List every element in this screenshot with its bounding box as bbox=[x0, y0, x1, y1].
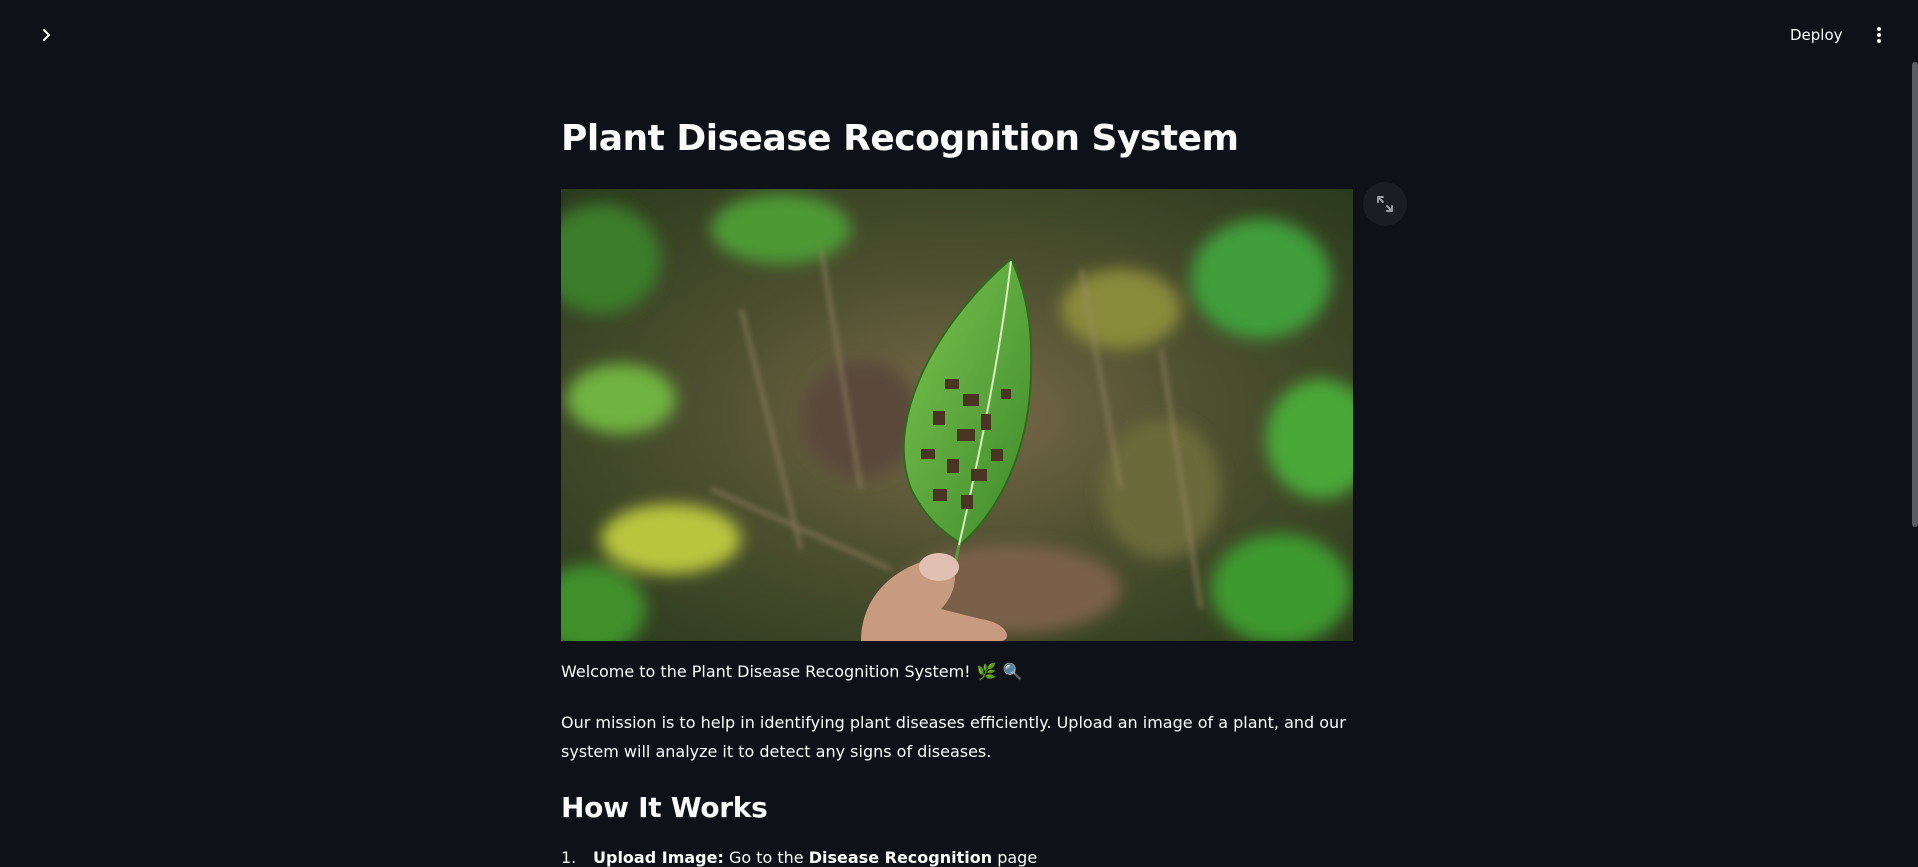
magnifier-icon: 🔍 bbox=[1002, 662, 1023, 681]
expand-icon bbox=[1377, 196, 1393, 212]
deploy-button[interactable]: Deploy bbox=[1790, 22, 1843, 48]
vertical-ellipsis-icon bbox=[1877, 27, 1881, 43]
mission-paragraph: Our mission is to help in identifying pl… bbox=[561, 713, 1346, 761]
herb-icon: 🌿 bbox=[976, 662, 997, 681]
step-number: 1. bbox=[561, 848, 577, 867]
main-menu-button[interactable] bbox=[1866, 22, 1892, 48]
sidebar-toggle-button[interactable] bbox=[34, 22, 60, 48]
welcome-label: Welcome to the Plant Disease Recognition… bbox=[561, 662, 971, 681]
step-lead: Upload Image: bbox=[593, 848, 724, 867]
step-tail: page bbox=[992, 848, 1038, 867]
page-title: Plant Disease Recognition System bbox=[561, 118, 1239, 159]
step-text: Go to the bbox=[723, 848, 809, 867]
chevron-right-icon bbox=[43, 29, 50, 41]
steps-list: 1. Upload Image: Go to the Disease Recogn… bbox=[561, 848, 1037, 867]
page-scrollbar[interactable] bbox=[1912, 62, 1918, 527]
hero-image bbox=[561, 189, 1353, 641]
fullscreen-button[interactable] bbox=[1363, 182, 1407, 226]
top-bar: Deploy bbox=[0, 0, 1918, 72]
how-it-works-heading: How It Works bbox=[561, 791, 768, 824]
welcome-text: Welcome to the Plant Disease Recognition… bbox=[561, 662, 1022, 681]
list-item: 1. Upload Image: Go to the Disease Recogn… bbox=[561, 848, 1038, 867]
step-link[interactable]: Disease Recognition bbox=[809, 848, 992, 867]
